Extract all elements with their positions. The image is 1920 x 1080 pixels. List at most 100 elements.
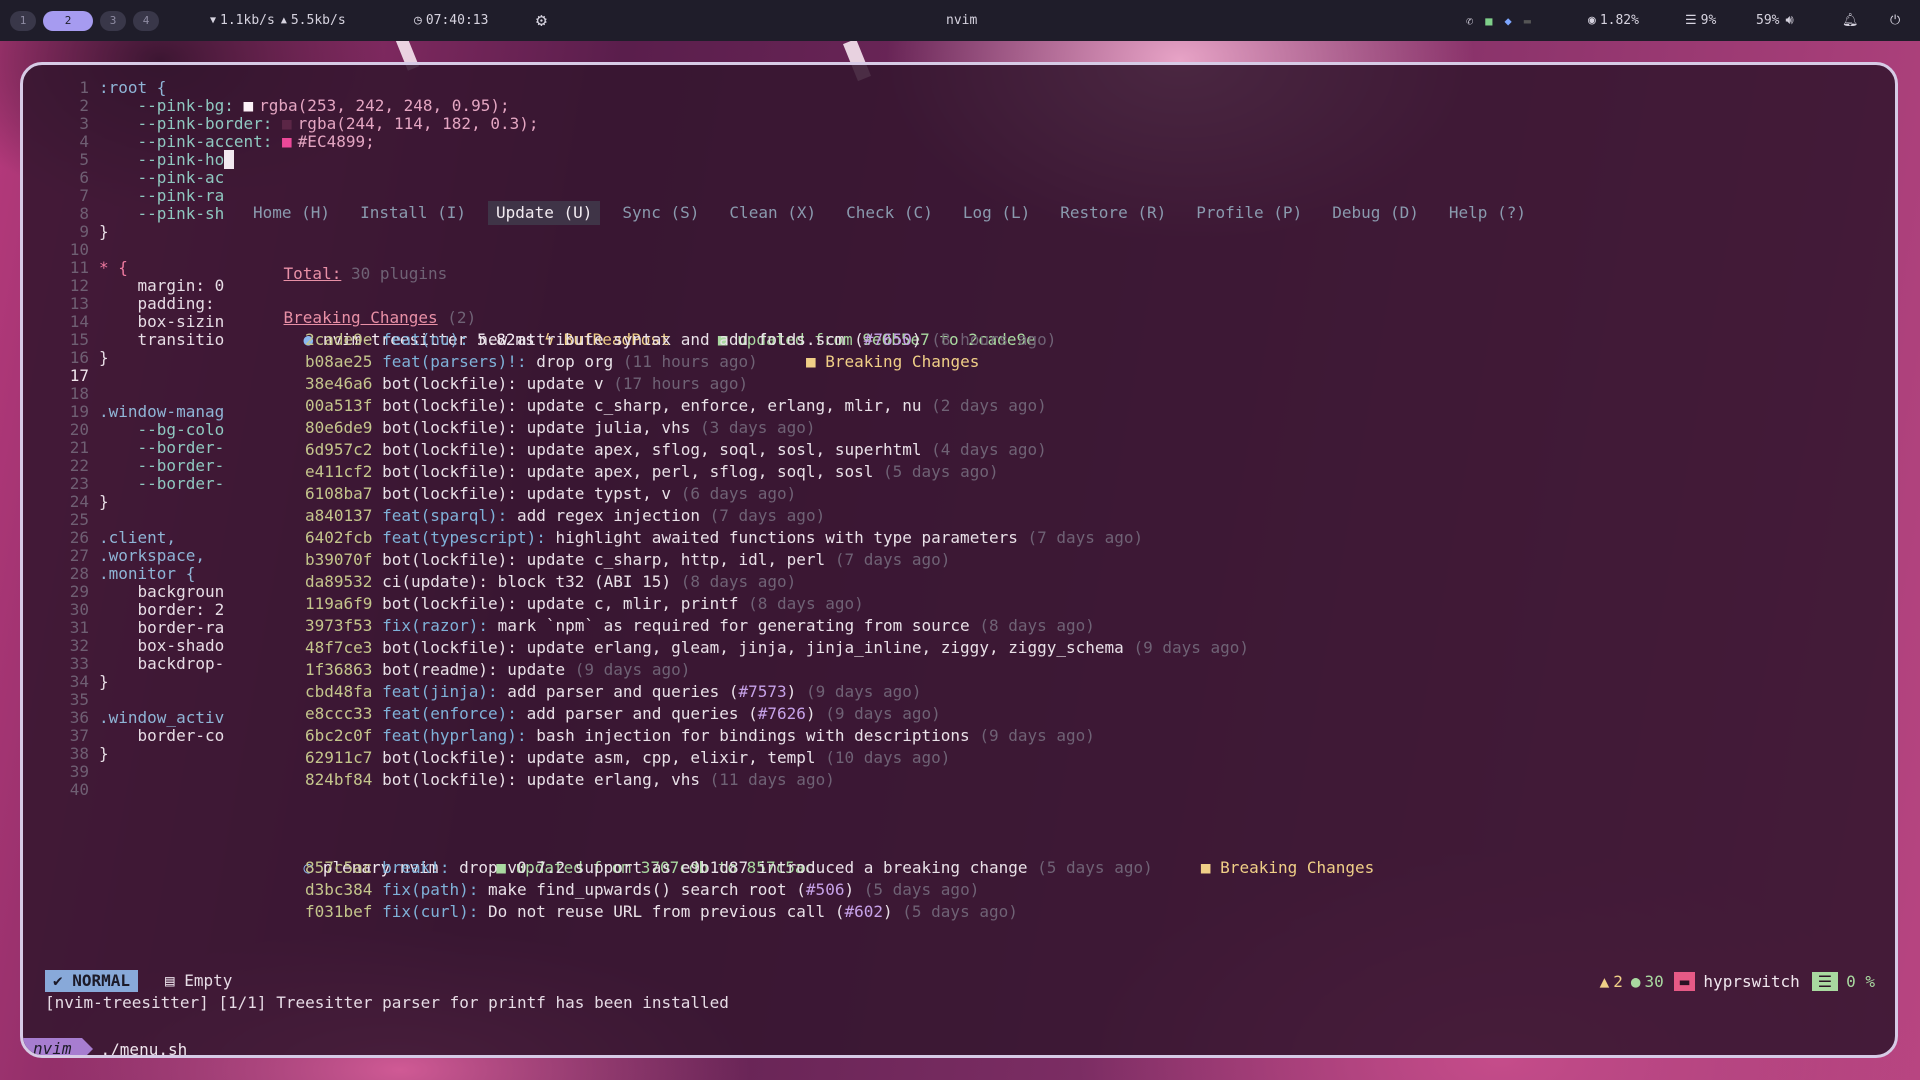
cursor [224, 150, 234, 169]
code-line: --pink-bg: ■ rgba(253, 242, 248, 0.95); [99, 97, 510, 115]
commit-row[interactable]: d3bc384 fix(path): make find_upwards() s… [305, 879, 979, 901]
plugin-row-treesitter[interactable]: ● nvim-treesitter 5.82ms ϟ BufReadPost ■… [265, 307, 1036, 349]
commit-hash: 00a513f [305, 396, 373, 415]
code-text: --pink-sh [99, 204, 225, 223]
commit-message: add parser and queries ( [516, 704, 758, 723]
line-number: 24 [69, 492, 89, 511]
commit-row[interactable]: f031bef fix(curl): Do not reuse URL from… [305, 901, 1018, 923]
line-number: 18 [69, 384, 89, 403]
notification-bell-icon[interactable]: 🔔︎ [1842, 0, 1859, 41]
commit-hash: e8ccc33 [305, 704, 373, 723]
menu-tab[interactable]: Home (H) [245, 201, 338, 225]
memory-usage: ☰ 9% [1685, 0, 1716, 41]
line-number: 13 [69, 294, 89, 313]
code-line: --pink-border: ■ rgba(244, 114, 182, 0.3)… [99, 115, 539, 133]
commit-row[interactable]: 2cade9e feat(nu): new attribute syntax a… [305, 329, 1056, 351]
line-number: 2 [79, 96, 89, 115]
color-swatch: ■ [282, 114, 292, 133]
workspace-2[interactable]: 2 [43, 10, 93, 31]
code-line: transitio [99, 331, 225, 349]
commit-row[interactable]: 48f7ce3 bot(lockfile): update erlang, gl… [305, 637, 1249, 659]
power-icon[interactable]: ⏻ [1890, 0, 1900, 41]
commit-type: bot(lockfile): [382, 770, 517, 789]
menu-tab[interactable]: Sync (S) [614, 201, 707, 225]
commit-type: fix(curl): [382, 902, 479, 921]
commit-row[interactable]: 3973f53 fix(razor): mark `npm` as requir… [305, 615, 1095, 637]
line-number: 39 [69, 762, 89, 781]
commit-type: bot(lockfile): [382, 462, 517, 481]
tmux-bar: nvim ./menu.sh [23, 1038, 187, 1055]
commit-row[interactable]: 6108ba7 bot(lockfile): update typst, v (… [305, 483, 796, 505]
workspace-1[interactable]: 1 [10, 10, 36, 31]
commit-row[interactable]: 62911c7 bot(lockfile): update asm, cpp, … [305, 747, 950, 769]
menu-tab[interactable]: Clean (X) [721, 201, 824, 225]
code-line: * { [99, 259, 128, 277]
commit-hash: 6bc2c0f [305, 726, 373, 745]
commit-row[interactable]: b39070f bot(lockfile): update c_sharp, h… [305, 549, 950, 571]
net-up: 5.5kb/s [290, 13, 346, 28]
commit-row[interactable]: 1f36863 bot(readme): update (9 days ago) [305, 659, 690, 681]
commit-row[interactable]: 80e6de9 bot(lockfile): update julia, vhs… [305, 417, 816, 439]
menu-tab[interactable]: Debug (D) [1324, 201, 1427, 225]
commit-message: new attribute syntax and add folds.scm ( [468, 330, 864, 349]
commit-row[interactable]: 6bc2c0f feat(hyprlang): bash injection f… [305, 725, 1095, 747]
settings-gear-icon[interactable]: ⚙ [536, 0, 547, 41]
terminal-window[interactable]: 1:root {2 --pink-bg: ■ rgba(253, 242, 248… [20, 62, 1898, 1058]
commit-message: make find_upwards() search root ( [478, 880, 806, 899]
code-text: :root { [99, 78, 167, 97]
commit-hash: 6d957c2 [305, 440, 373, 459]
commit-type: feat(enforce): [382, 704, 517, 723]
commit-row[interactable]: e8ccc33 feat(enforce): add parser and qu… [305, 703, 941, 725]
commit-row[interactable]: da89532 ci(update): block t32 (ABI 15) (… [305, 571, 796, 593]
line-number: 16 [69, 348, 89, 367]
tmux-tab[interactable]: nvim [23, 1038, 82, 1055]
commit-row[interactable]: e411cf2 bot(lockfile): update apex, perl… [305, 461, 999, 483]
commit-row[interactable]: 119a6f9 bot(lockfile): update c, mlir, p… [305, 593, 864, 615]
breaking-label: Breaking Changes [1220, 858, 1375, 877]
menu-tab[interactable]: Restore (R) [1052, 201, 1174, 225]
commit-hash: da89532 [305, 572, 373, 591]
commit-row[interactable]: cbd48fa feat(jinja): add parser and quer… [305, 681, 922, 703]
commit-message: update [497, 660, 566, 679]
menu-tab[interactable]: Install (I) [352, 201, 474, 225]
commit-row[interactable]: 6402fcb feat(typescript): highlight awai… [305, 527, 1143, 549]
commit-row[interactable]: a840137 feat(sparql): add regex injectio… [305, 505, 825, 527]
commit-row[interactable]: 6d957c2 bot(lockfile): update apex, sflo… [305, 439, 1047, 461]
lock-icon[interactable]: ■ [1485, 14, 1492, 28]
clock-icon: ◷ [414, 13, 422, 28]
commit-row[interactable]: 857c5ac break!: drop v0.7.2 support as e… [305, 857, 1374, 879]
volume[interactable]: 59% 🔊︎ [1756, 0, 1794, 41]
line-number: 38 [69, 744, 89, 763]
workspace-4[interactable]: 4 [133, 10, 159, 31]
code-text: --border- [99, 438, 225, 457]
menu-tab[interactable]: Log (L) [955, 201, 1038, 225]
volume-icon: 🔊︎ [1785, 13, 1794, 28]
commit-age: (10 days ago) [825, 748, 951, 767]
commit-age: (11 hours ago) [622, 352, 758, 371]
bluetooth-icon[interactable]: ✆ [1466, 14, 1473, 28]
commit-age: (6 days ago) [680, 484, 797, 503]
commit-type: bot(lockfile): [382, 484, 517, 503]
workspace-3[interactable]: 3 [100, 10, 126, 31]
cpu-usage: ◉ 1.82% [1588, 0, 1639, 41]
commit-age: (8 hours ago) [931, 330, 1057, 349]
code-line: .window_activ [99, 709, 224, 727]
tray-app-icon[interactable]: ▬ [1524, 14, 1531, 28]
section-header: Breaking Changes (2) [245, 285, 477, 327]
tray-icons: ✆ ■ ◆ ▬ [1466, 0, 1531, 41]
menu-tab[interactable]: Profile (P) [1188, 201, 1310, 225]
line-number: 37 [69, 726, 89, 745]
commit-row[interactable]: 00a513f bot(lockfile): update c_sharp, e… [305, 395, 1047, 417]
cpu-icon: ◉ [1588, 13, 1596, 28]
plugin-row-plenary[interactable]: ○ plenary.nvim ■ updated from 3707cdb to… [265, 835, 815, 877]
shield-icon[interactable]: ◆ [1504, 14, 1511, 28]
menu-tab[interactable]: Update (U) [488, 201, 601, 225]
commit-row[interactable]: 824bf84 bot(lockfile): update erlang, vh… [305, 769, 835, 791]
volume-value: 59% [1756, 13, 1780, 28]
menu-tab[interactable]: Help (?) [1441, 201, 1534, 225]
menu-tab[interactable]: Check (C) [838, 201, 941, 225]
commit-row[interactable]: b08ae25 feat(parsers)!: drop org (11 hou… [305, 351, 979, 373]
file-icon: ▤ [165, 971, 185, 990]
commit-message-tail: ) [805, 704, 816, 723]
commit-row[interactable]: 38e46a6 bot(lockfile): update v (17 hour… [305, 373, 748, 395]
